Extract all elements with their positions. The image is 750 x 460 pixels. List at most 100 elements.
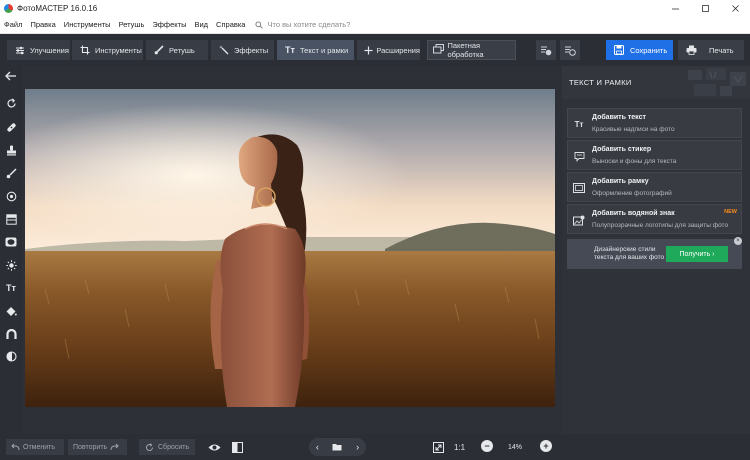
gradient-filter-tool[interactable] <box>0 210 22 228</box>
minimize-button[interactable] <box>660 0 690 16</box>
close-window-button[interactable] <box>720 0 750 16</box>
rotate-tool[interactable] <box>0 94 22 112</box>
menu-file[interactable]: Файл <box>0 20 26 29</box>
reset-button[interactable]: Сбросить <box>139 439 195 455</box>
history-icon <box>541 46 552 55</box>
menu-edit[interactable]: Правка <box>26 20 59 29</box>
speech-bubble-icon <box>573 150 585 162</box>
tab-label: Текст и рамки <box>300 45 349 55</box>
batch-icon <box>433 44 444 56</box>
add-watermark-option[interactable]: Добавить водяной знак Полупрозрачные лог… <box>567 204 742 234</box>
menu-retouch[interactable]: Ретушь <box>115 20 149 29</box>
redo-label: Повторить <box>73 443 108 451</box>
tab-effects[interactable]: Эффекты <box>211 40 274 60</box>
light-tool[interactable] <box>0 256 22 274</box>
next-image-button[interactable]: › <box>356 442 359 452</box>
fit-screen-icon <box>432 441 444 453</box>
compare-toggle[interactable] <box>229 439 245 455</box>
radial-filter-tool[interactable] <box>0 187 22 205</box>
brush-tool[interactable] <box>0 164 22 182</box>
menu-help[interactable]: Справка <box>212 20 249 29</box>
liquify-tool[interactable] <box>0 325 22 343</box>
minimize-icon <box>671 8 679 9</box>
promo-close-button[interactable]: × <box>734 237 742 245</box>
zoom-level: 14% <box>507 443 522 451</box>
add-text-option[interactable]: Tт Добавить текст Красивые надписи на фо… <box>567 108 742 138</box>
preview-toggle[interactable] <box>206 439 222 455</box>
new-badge: NEW <box>724 209 737 215</box>
option-description: Выноски и фоны для текста <box>592 158 677 165</box>
undo-button[interactable]: Отменить <box>6 439 64 455</box>
stamp-tool[interactable] <box>0 141 22 159</box>
get-styles-button[interactable]: Получить › <box>666 246 728 262</box>
canvas-area <box>22 66 562 434</box>
redo-button[interactable]: Повторить <box>68 439 127 455</box>
vignette-tool[interactable] <box>0 233 22 251</box>
brush-icon <box>152 45 166 55</box>
presets-icon <box>565 46 576 56</box>
brush-icon <box>6 167 17 178</box>
add-sticker-option[interactable]: Добавить стикер Выноски и фоны для текст… <box>567 140 742 170</box>
tab-enhancements[interactable]: Улучшения <box>7 40 70 60</box>
tab-extensions[interactable]: Расширения <box>357 40 420 60</box>
back-button[interactable] <box>0 67 22 85</box>
vignette-icon <box>5 237 17 247</box>
text-icon: Tт <box>6 283 16 293</box>
reset-icon <box>146 442 153 451</box>
folder-icon[interactable] <box>332 443 342 451</box>
bottom-bar: Отменить Повторить Сбросить ‹ › 1:1 − 14… <box>0 434 750 460</box>
batch-processing-button[interactable]: Пакетная обработка <box>427 40 516 60</box>
fill-tool[interactable] <box>0 302 22 320</box>
paint-bucket-icon <box>6 306 17 316</box>
enhance-icon <box>13 46 27 55</box>
app-logo-icon <box>4 3 13 13</box>
mask-tool[interactable] <box>0 347 22 365</box>
tab-tools[interactable]: Инструменты <box>72 40 143 60</box>
option-description: Оформление фотографий <box>592 190 672 197</box>
text-icon: Tт <box>574 119 584 129</box>
frame-icon <box>573 182 585 194</box>
arrow-left-icon <box>5 71 16 81</box>
menu-tools[interactable]: Инструменты <box>60 20 115 29</box>
search-box[interactable]: Что вы хотите сделать? <box>255 20 350 29</box>
search-icon <box>255 20 264 29</box>
tab-retouch[interactable]: Ретушь <box>146 40 208 60</box>
watermark-icon <box>573 214 585 226</box>
print-button[interactable]: Печать <box>678 40 744 60</box>
presets-button[interactable] <box>560 40 580 60</box>
history-button[interactable] <box>536 40 556 60</box>
save-icon <box>614 45 624 55</box>
compare-icon <box>231 441 243 453</box>
tab-label: Ретушь <box>169 45 195 55</box>
save-button[interactable]: Сохранить <box>606 40 673 60</box>
bandage-icon <box>6 122 16 132</box>
title-bar: ФотоМАСТЕР 16.0.16 <box>0 0 750 16</box>
menu-effects[interactable]: Эффекты <box>148 20 190 29</box>
photo-preview[interactable] <box>25 89 555 407</box>
plus-icon <box>363 46 373 55</box>
gradient-icon <box>5 213 17 225</box>
zoom-out-button[interactable]: − <box>481 440 493 452</box>
maximize-button[interactable] <box>690 0 720 16</box>
prev-image-button[interactable]: ‹ <box>316 442 319 452</box>
zoom-in-button[interactable]: + <box>540 440 552 452</box>
fit-to-screen-button[interactable] <box>430 439 446 455</box>
magic-wand-icon <box>217 45 231 55</box>
undo-label: Отменить <box>23 443 55 451</box>
option-title: Добавить рамку <box>592 178 649 185</box>
plus-icon: + <box>543 440 549 451</box>
tab-text-frames[interactable]: Tт Текст и рамки <box>277 40 354 60</box>
printer-icon <box>686 45 697 55</box>
batch-label: Пакетная обработка <box>447 41 484 59</box>
close-icon: × <box>736 238 740 244</box>
text-tool[interactable]: Tт <box>0 279 22 297</box>
text-icon: Tт <box>285 45 295 55</box>
actual-size-button[interactable]: 1:1 <box>454 439 465 455</box>
tab-label: Улучшения <box>30 45 69 55</box>
menu-bar: Файл Правка Инструменты Ретушь Эффекты В… <box>0 16 750 34</box>
add-frame-option[interactable]: Добавить рамку Оформление фотографий <box>567 172 742 202</box>
tab-label: Эффекты <box>234 45 269 55</box>
healing-tool[interactable] <box>0 118 22 136</box>
reset-label: Сбросить <box>158 443 190 451</box>
menu-view[interactable]: Вид <box>190 20 212 29</box>
